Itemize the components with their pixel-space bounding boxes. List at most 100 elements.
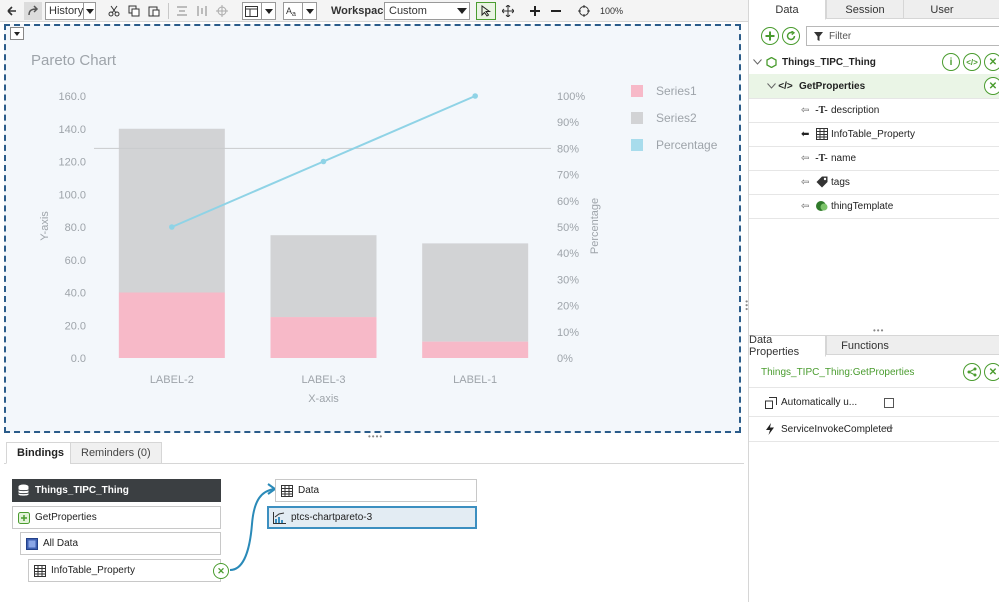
zoom-reset-icon[interactable]	[576, 2, 592, 20]
info-icon[interactable]: i	[942, 53, 960, 71]
infotable-node[interactable]: InfoTable_Property	[28, 559, 221, 582]
snap-grid-icon[interactable]	[214, 2, 230, 20]
property-row[interactable]: ⇦ -T- description	[749, 98, 999, 123]
tab-bindings[interactable]: Bindings	[6, 442, 76, 464]
tab-user[interactable]: User	[903, 0, 980, 19]
target-widget-node[interactable]: ptcs-chartpareto-3	[267, 506, 477, 529]
layout-dropdown[interactable]	[242, 2, 276, 20]
tab-session[interactable]: Session	[826, 0, 903, 19]
auto-update-label: Automatically u...	[781, 397, 858, 408]
target-data-node[interactable]: Data	[275, 479, 477, 502]
refresh-icon[interactable]	[782, 27, 800, 45]
chevron-down-icon[interactable]	[767, 81, 776, 92]
table-icon	[815, 128, 828, 141]
close-icon[interactable]: ✕	[984, 363, 999, 381]
copy-icon[interactable]	[126, 2, 142, 20]
workspace-select[interactable]: Custom	[384, 2, 470, 20]
history-dropdown[interactable]: History	[45, 2, 96, 20]
redo-icon[interactable]	[24, 2, 42, 20]
pan-icon[interactable]	[500, 2, 516, 20]
select-pointer-icon[interactable]	[476, 2, 496, 20]
x-axis-title: X-axis	[308, 393, 339, 405]
arrow-left-outline-icon: ⇦	[801, 176, 810, 188]
thing-template-icon	[815, 200, 828, 213]
bar-series2	[270, 235, 377, 318]
close-icon[interactable]: ✕	[984, 53, 999, 71]
filter-input[interactable]: Filter	[806, 26, 999, 46]
arrow-left-outline-icon: ⇦	[801, 200, 810, 212]
auto-update-row: Automatically u...	[749, 389, 999, 417]
resize-grip[interactable]: ••••	[368, 432, 383, 441]
svg-text:a: a	[292, 11, 296, 17]
y-tick-label: 120.0	[58, 157, 86, 169]
y-tick-label: 140.0	[58, 124, 86, 136]
share-icon[interactable]	[963, 363, 981, 381]
property-row[interactable]: ⇦ thingTemplate	[749, 194, 999, 219]
y2-tick-label: 0%	[557, 353, 573, 365]
legend-label: Series1	[656, 84, 697, 98]
y-tick-label: 40.0	[65, 288, 86, 300]
zoom-out-icon[interactable]	[548, 2, 564, 20]
tab-reminders[interactable]: Reminders (0)	[70, 442, 162, 464]
code-icon[interactable]: </>	[963, 53, 981, 71]
infotable-icon	[25, 537, 38, 550]
filter-placeholder: Filter	[829, 30, 852, 42]
tab-data[interactable]: Data	[749, 0, 826, 20]
align-center-icon[interactable]	[174, 2, 190, 20]
y-axis-title: Y-axis	[39, 211, 51, 241]
chevron-down-icon[interactable]	[753, 57, 762, 68]
arrow-left-outline-icon: ⇦	[801, 152, 810, 164]
close-icon[interactable]: ✕	[984, 77, 999, 95]
legend-swatch	[631, 112, 643, 124]
add-data-icon[interactable]	[761, 27, 779, 45]
legend-percentage[interactable]: Percentage	[631, 138, 717, 152]
table-icon	[33, 564, 46, 577]
service-row[interactable]: </> GetProperties ✕	[749, 74, 999, 99]
service-node[interactable]: GetProperties	[12, 506, 221, 529]
percentage-point	[320, 158, 327, 165]
legend-series2[interactable]: Series2	[631, 111, 697, 125]
legend-swatch	[631, 139, 643, 151]
text-type-icon: -T-	[815, 152, 828, 164]
chevron-down-icon	[261, 3, 275, 19]
remove-binding-icon[interactable]: ✕	[213, 563, 229, 579]
y2-tick-label: 40%	[557, 248, 579, 260]
thing-row[interactable]: Things_TIPC_Thing i </> ✕	[749, 50, 999, 75]
properties-tabbar: Data Properties Functions	[749, 334, 999, 358]
tab-functions[interactable]: Functions	[826, 336, 903, 355]
event-row[interactable]: ServiceInvokeCompleted ⇨	[749, 418, 999, 442]
align-distribute-icon[interactable]	[194, 2, 210, 20]
source-thing-node[interactable]: Things_TIPC_Thing	[12, 479, 221, 502]
all-data-node[interactable]: All Data	[20, 532, 221, 555]
arrow-left-outline-icon: ⇦	[801, 104, 810, 116]
tab-data-properties[interactable]: Data Properties	[749, 334, 826, 358]
chevron-down-icon	[302, 3, 316, 19]
legend-series1[interactable]: Series1	[631, 84, 697, 98]
property-row[interactable]: ⬅ InfoTable_Property	[749, 122, 999, 147]
chart-widget-icon	[273, 511, 286, 524]
resize-grip[interactable]: •••	[873, 326, 884, 335]
thing-name: Things_TIPC_Thing	[782, 56, 876, 68]
property-row[interactable]: ⇦ tags	[749, 170, 999, 195]
property-row[interactable]: ⇦ -T- name	[749, 146, 999, 171]
property-name: thingTemplate	[831, 200, 894, 212]
cut-icon[interactable]	[106, 2, 122, 20]
database-icon	[17, 484, 30, 497]
x-tick-label: LABEL-1	[453, 374, 497, 386]
undo-icon[interactable]	[4, 2, 18, 20]
legend-label: Percentage	[656, 138, 718, 152]
property-name: name	[831, 152, 857, 164]
paste-icon[interactable]	[146, 2, 162, 20]
table-icon	[280, 484, 293, 497]
y2-tick-label: 50%	[557, 222, 579, 234]
toolbar: History Aa Workspace Custom 100%	[0, 0, 748, 22]
y2-tick-label: 100%	[557, 91, 585, 103]
chevron-down-icon	[83, 3, 95, 19]
zoom-in-icon[interactable]	[527, 2, 543, 20]
design-canvas[interactable]: Pareto Chart 0.0 20.0 40.0 60.0 80.0 100.0 120…	[4, 24, 741, 433]
text-style-icon: Aa	[286, 6, 296, 17]
service-name: GetProperties	[799, 80, 866, 92]
font-dropdown[interactable]: Aa	[283, 2, 317, 20]
bindings-tabbar: Bindings Reminders (0)	[4, 442, 744, 464]
auto-update-checkbox[interactable]	[884, 398, 894, 408]
